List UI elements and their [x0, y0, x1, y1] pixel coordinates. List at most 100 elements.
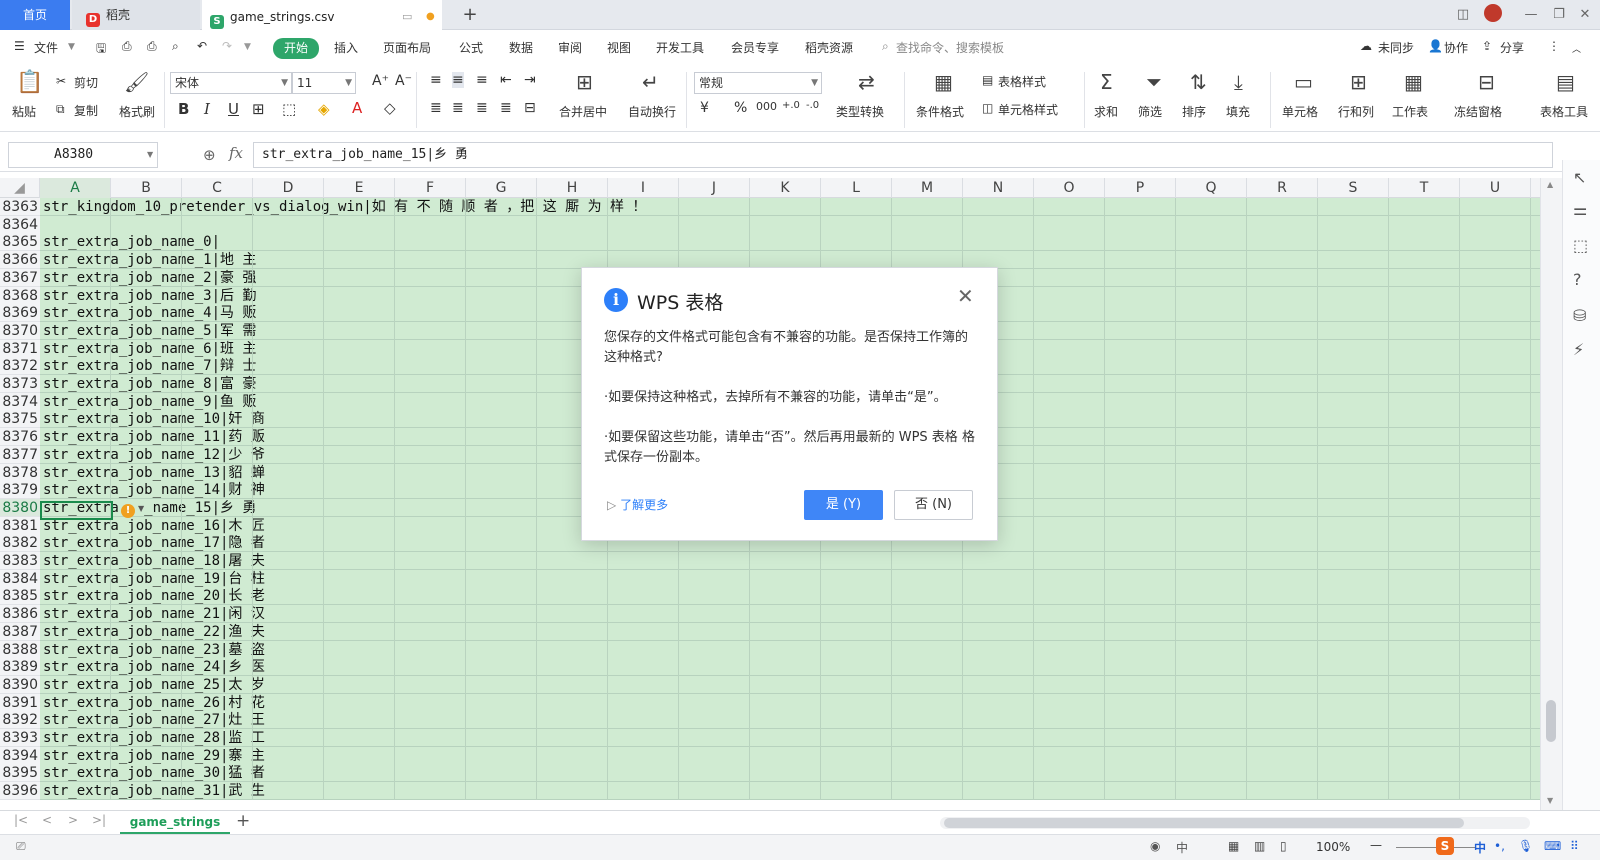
- row-header[interactable]: 8364: [0, 215, 40, 234]
- row-header[interactable]: 8369: [0, 304, 40, 323]
- prev-sheet-icon[interactable]: <: [42, 813, 52, 827]
- no-button[interactable]: 否 (N): [894, 490, 973, 520]
- save-icon[interactable]: 🖫: [96, 39, 106, 60]
- collapse-ribbon-icon[interactable]: ︿: [1572, 42, 1581, 55]
- row-header[interactable]: 8387: [0, 622, 40, 641]
- font-family-select[interactable]: 宋体 ▼: [170, 72, 292, 94]
- row-header[interactable]: 8383: [0, 552, 40, 570]
- input-mode-icon[interactable]: 中: [1176, 839, 1188, 856]
- currency-icon[interactable]: ¥: [700, 100, 709, 116]
- ime-menu-icon[interactable]: ⠿: [1570, 839, 1579, 853]
- row-header[interactable]: 8396: [0, 782, 40, 801]
- share-button[interactable]: 分享: [1500, 39, 1524, 56]
- column-header-P[interactable]: P: [1105, 178, 1176, 198]
- row-col-button[interactable]: 行和列: [1338, 103, 1374, 120]
- table-row[interactable]: str_extra_job_name_19|台 柱: [40, 569, 1540, 588]
- table-row[interactable]: str_extra_job_name_27|灶 王: [40, 711, 1540, 730]
- horizontal-scroll-thumb[interactable]: [944, 818, 1464, 828]
- column-header-M[interactable]: M: [892, 178, 963, 198]
- column-header-N[interactable]: N: [963, 178, 1034, 198]
- distribute-icon[interactable]: ⊟: [524, 100, 536, 116]
- table-row[interactable]: str_kingdom_10_pretender_vs_dialog_win|如…: [40, 198, 1540, 216]
- fx-icon[interactable]: fx: [229, 144, 243, 162]
- table-tools-icon[interactable]: ▤: [1556, 70, 1575, 94]
- indent-decrease-icon[interactable]: ⇤: [500, 72, 512, 88]
- last-sheet-icon[interactable]: >|: [92, 813, 106, 827]
- cell-a-value[interactable]: str_extra_job_name_7|辩 士: [43, 357, 256, 375]
- redo-menu-chevron-icon[interactable]: ▼: [244, 42, 251, 52]
- filter-icon[interactable]: ⏷: [1146, 70, 1162, 94]
- table-row[interactable]: str_extra_job_name_30|猛 者: [40, 764, 1540, 783]
- menu-developer[interactable]: 开发工具: [656, 39, 704, 56]
- column-header-E[interactable]: E: [324, 178, 395, 198]
- row-header[interactable]: 8367: [0, 268, 40, 287]
- number-format-select[interactable]: 常规 ▼: [694, 72, 822, 94]
- cell-a-value[interactable]: str_extra_job_name_4|马 贩: [43, 304, 256, 322]
- table-row[interactable]: [40, 215, 1540, 234]
- punct-icon[interactable]: •,: [1494, 839, 1505, 853]
- reading-view-icon[interactable]: ▯: [1280, 839, 1287, 853]
- cell-a-value[interactable]: str_extra_job_name_14|财 神: [43, 481, 265, 499]
- format-painter-button[interactable]: 格式刷: [119, 103, 155, 120]
- redo-icon[interactable]: ↷: [222, 39, 232, 53]
- row-header[interactable]: 8385: [0, 587, 40, 606]
- table-row[interactable]: str_extra_job_name_0|: [40, 233, 1540, 252]
- column-header-J[interactable]: J: [679, 178, 750, 198]
- row-header[interactable]: 8390: [0, 675, 40, 694]
- row-header[interactable]: 8381: [0, 516, 40, 535]
- cell-a-value[interactable]: str_extra_job_name_11|药 贩: [43, 428, 265, 446]
- decrease-decimal-icon[interactable]: -.0: [806, 100, 819, 111]
- row-header[interactable]: 8373: [0, 375, 40, 393]
- ime-lang[interactable]: 中: [1474, 839, 1486, 856]
- command-search[interactable]: 查找命令、搜索模板: [896, 39, 1004, 56]
- menu-member[interactable]: 会员专享: [731, 39, 779, 56]
- table-row[interactable]: str_extra_job_name_26|村 花: [40, 693, 1540, 712]
- chevron-down-icon[interactable]: ▼: [68, 42, 75, 52]
- table-row[interactable]: str_extra_job_name_28|监 工: [40, 729, 1540, 747]
- cell-icon[interactable]: ▭: [1294, 70, 1313, 94]
- cell-a-value[interactable]: str_extra_job_name_18|屠 夫: [43, 552, 265, 570]
- cell-style-icon[interactable]: ◫: [982, 101, 993, 115]
- row-header[interactable]: 8376: [0, 428, 40, 447]
- table-style-button[interactable]: 表格样式: [998, 73, 1046, 90]
- eye-protect-icon[interactable]: ◉: [1150, 839, 1160, 853]
- increase-font-icon[interactable]: A⁺: [372, 73, 389, 89]
- selection-icon[interactable]: ⬚: [1573, 236, 1588, 255]
- row-col-icon[interactable]: ⊞: [1350, 70, 1367, 94]
- fill-button[interactable]: 填充: [1226, 103, 1250, 120]
- cell-a-value[interactable]: str_extra_job_name_19|台 柱: [43, 570, 265, 588]
- cell-a-value[interactable]: str_extra _name_15|乡 勇: [43, 499, 256, 517]
- sum-icon[interactable]: Σ: [1100, 70, 1113, 94]
- undo-icon[interactable]: ↶: [197, 39, 207, 53]
- menu-view[interactable]: 视图: [607, 39, 631, 56]
- cell-a-value[interactable]: str_extra_job_name_8|富 豪: [43, 375, 256, 393]
- conditional-format-icon[interactable]: ▦: [934, 70, 953, 94]
- next-sheet-icon[interactable]: >: [68, 813, 78, 827]
- more-icon[interactable]: ⋮: [1548, 39, 1560, 53]
- table-row[interactable]: str_extra_job_name_21|闲 汉: [40, 605, 1540, 624]
- column-header-H[interactable]: H: [537, 178, 608, 198]
- row-header[interactable]: 8392: [0, 711, 40, 730]
- macro-record-icon[interactable]: ⎚: [16, 839, 26, 854]
- window-mode-icon[interactable]: ▭: [402, 2, 412, 32]
- sync-status[interactable]: 未同步: [1378, 39, 1414, 56]
- hamburger-icon[interactable]: ☰: [14, 39, 25, 53]
- select-all-corner[interactable]: ◢: [0, 178, 40, 198]
- cell-a-value[interactable]: str_extra_job_name_31|武 生: [43, 782, 265, 800]
- clear-icon[interactable]: ◇: [384, 99, 396, 117]
- close-icon[interactable]: ✕: [1570, 0, 1600, 30]
- thousands-icon[interactable]: 000: [756, 100, 777, 113]
- row-header[interactable]: 8378: [0, 463, 40, 482]
- name-box-chevron-icon[interactable]: ▼: [147, 150, 153, 159]
- row-header[interactable]: 8393: [0, 729, 40, 747]
- column-header-R[interactable]: R: [1247, 178, 1318, 198]
- horizontal-scrollbar[interactable]: [940, 817, 1530, 829]
- row-header[interactable]: 8377: [0, 445, 40, 464]
- share-icon[interactable]: ⇪: [1482, 39, 1492, 53]
- menu-data[interactable]: 数据: [509, 39, 533, 56]
- column-header-T[interactable]: T: [1389, 178, 1460, 198]
- menu-review[interactable]: 审阅: [558, 39, 582, 56]
- row-header[interactable]: 8388: [0, 640, 40, 659]
- cell-button[interactable]: 单元格: [1282, 103, 1318, 120]
- row-header[interactable]: 8379: [0, 481, 40, 500]
